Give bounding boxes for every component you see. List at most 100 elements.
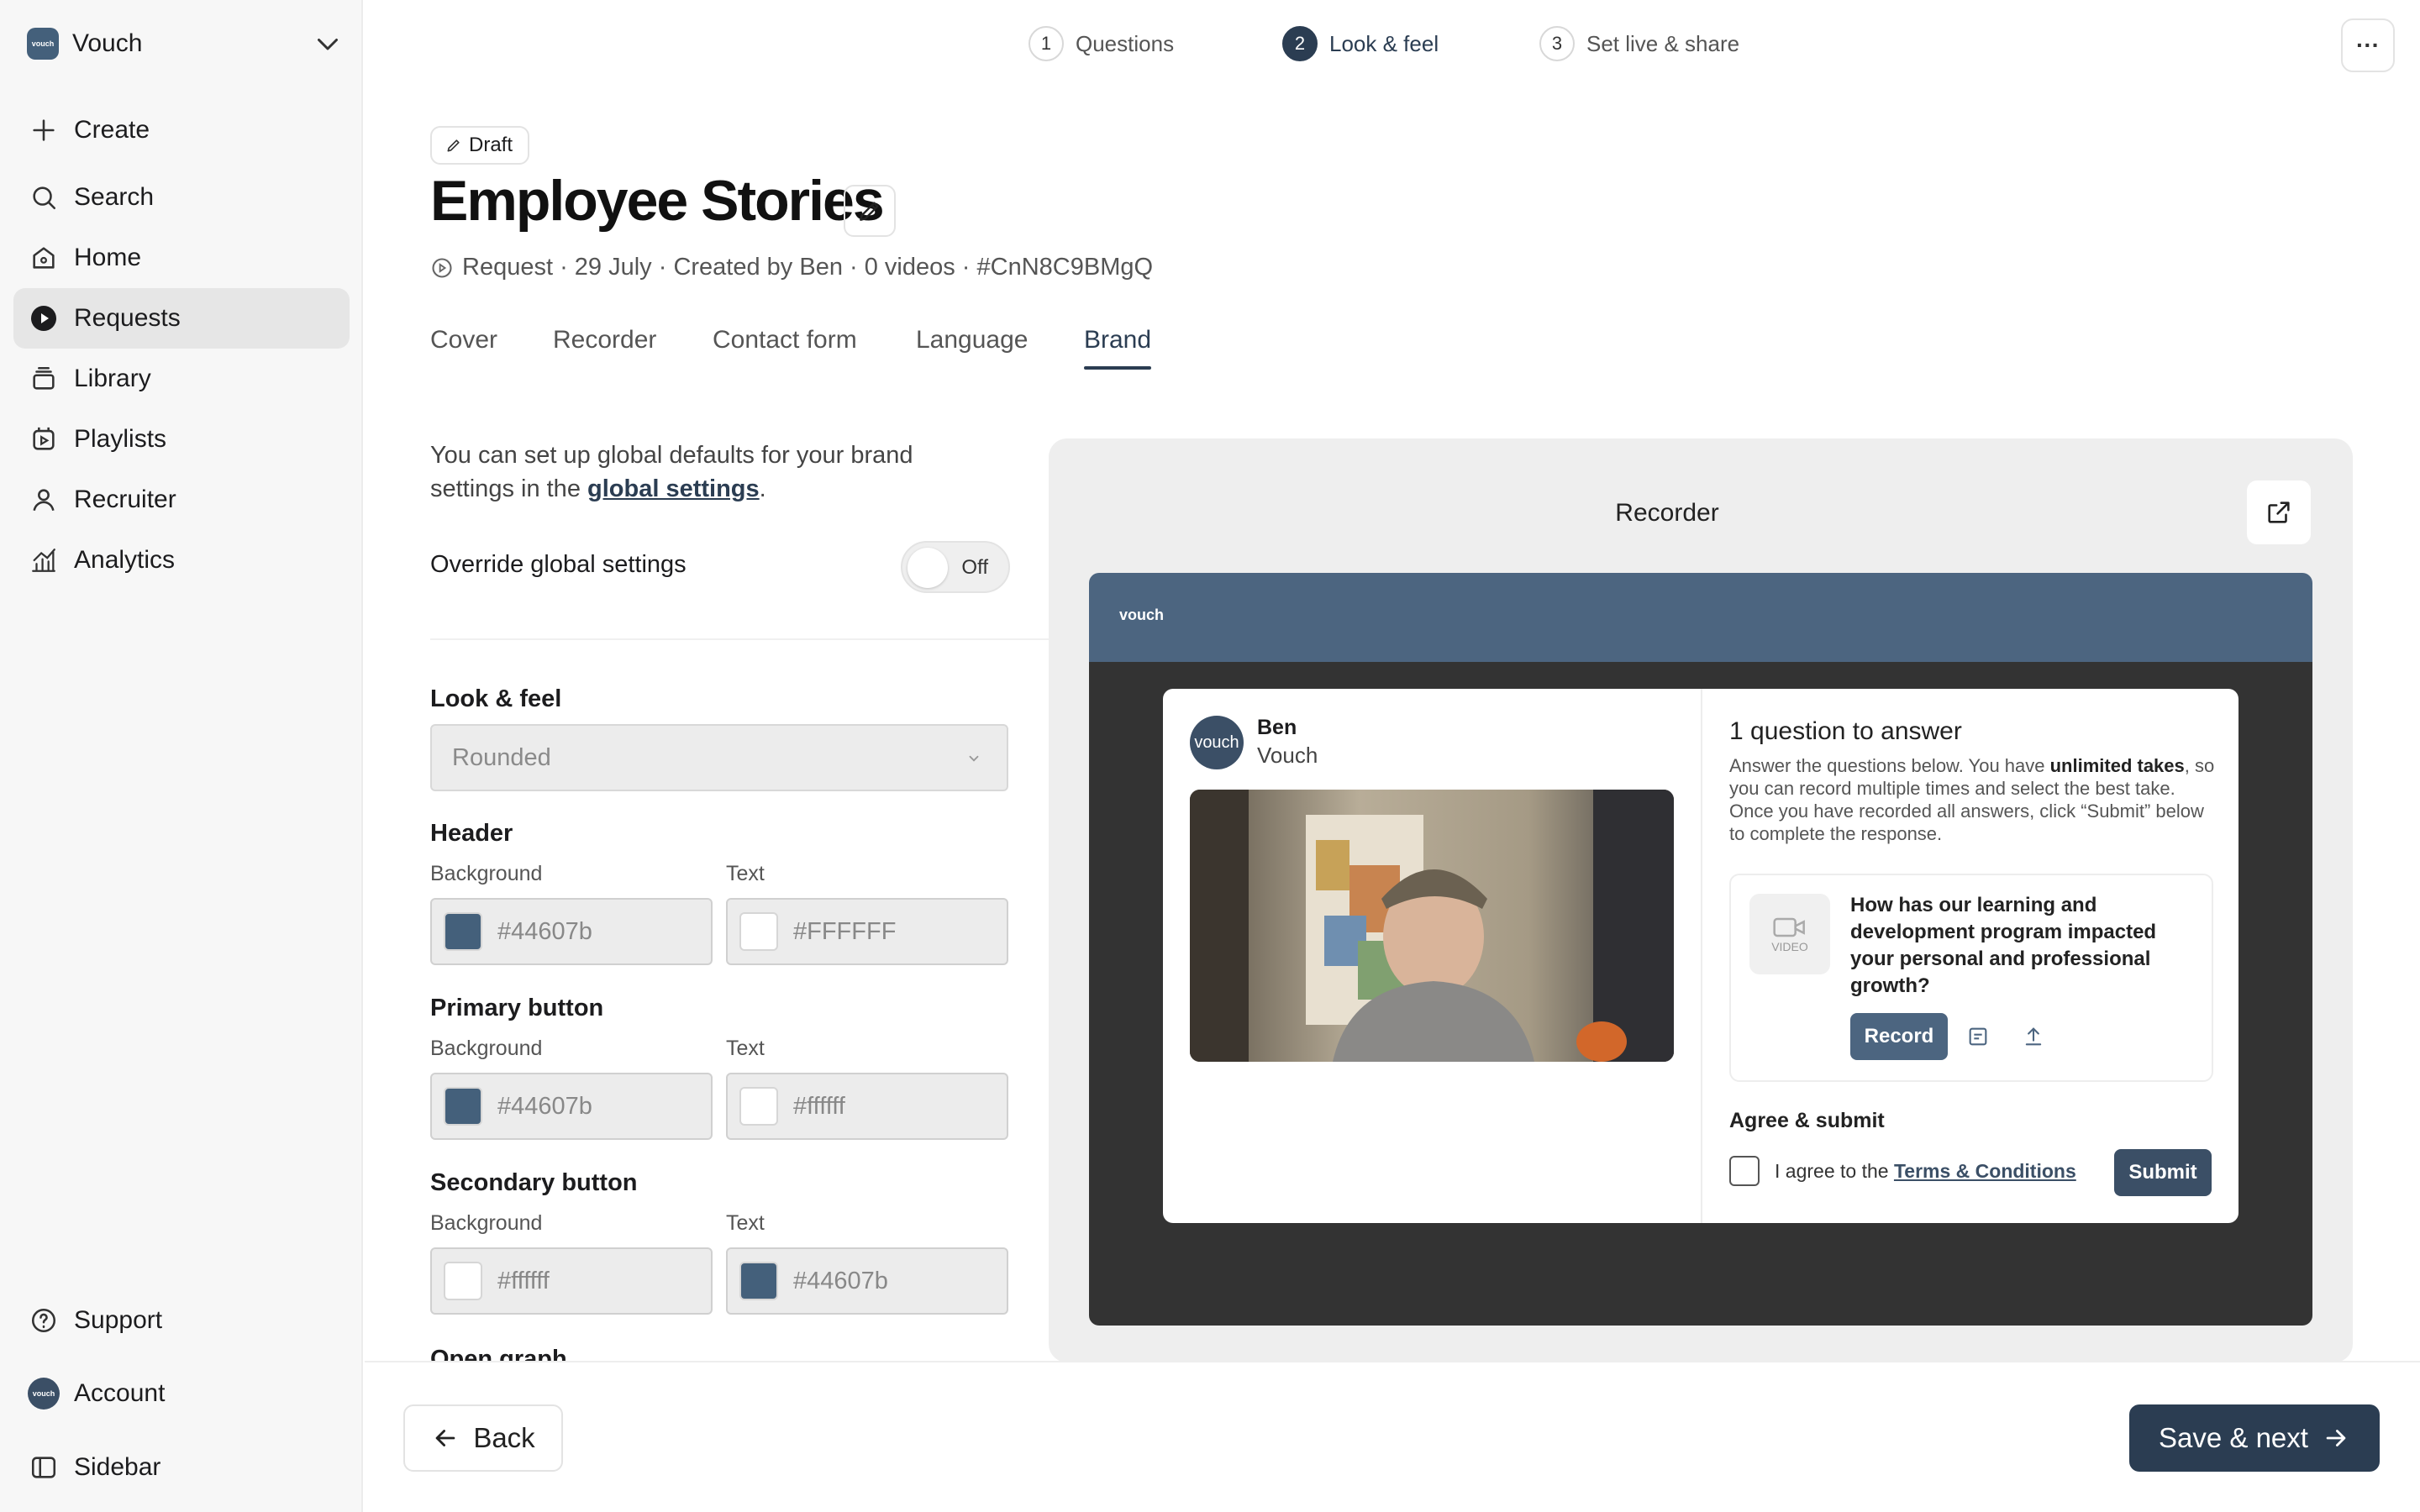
open-preview-button[interactable] <box>2247 480 2311 544</box>
look-feel-select[interactable]: Rounded <box>430 724 1008 791</box>
color-swatch[interactable] <box>739 1262 778 1300</box>
color-swatch[interactable] <box>444 1262 482 1300</box>
secondary-bg-color-field[interactable]: #ffffff <box>430 1247 713 1315</box>
color-swatch[interactable] <box>444 912 482 951</box>
video-placeholder: VIDEO <box>1749 894 1830 974</box>
recruiter-icon <box>27 483 60 517</box>
primary-text-color-field[interactable]: #ffffff <box>726 1073 1008 1140</box>
step-number: 1 <box>1028 26 1064 61</box>
select-value: Rounded <box>452 743 551 771</box>
sidebar-item-analytics[interactable]: Analytics <box>13 530 350 591</box>
sidebar-item-create[interactable]: Create <box>13 100 350 160</box>
divider <box>430 638 1049 640</box>
tab-recorder[interactable]: Recorder <box>553 326 656 354</box>
desc-bold: unlimited takes <box>2049 755 2185 776</box>
status-badge[interactable]: Draft <box>430 126 530 165</box>
upload-icon[interactable] <box>2022 1025 2045 1048</box>
override-toggle[interactable]: Off <box>901 541 1010 593</box>
step-number: 3 <box>1539 26 1575 61</box>
background-label: Background <box>430 862 543 885</box>
agree-label: I agree to the <box>1775 1160 1894 1182</box>
secondary-text-color-field[interactable]: #44607b <box>726 1247 1008 1315</box>
color-swatch[interactable] <box>739 1087 778 1126</box>
more-options-button[interactable]: ··· <box>2341 18 2395 72</box>
step-set-live-share[interactable]: 3 Set live & share <box>1539 25 1739 62</box>
sidebar-item-label: Search <box>74 183 155 211</box>
sidebar-item-playlists[interactable]: Playlists <box>13 409 350 470</box>
background-label: Background <box>430 1211 543 1235</box>
video-camera-icon <box>1773 917 1805 937</box>
step-label: Questions <box>1076 30 1175 56</box>
workspace-switcher[interactable]: vouch Vouch <box>27 25 343 62</box>
desc-part: Answer the questions below. You have <box>1729 755 2050 776</box>
preview-title: Recorder <box>1615 499 1719 527</box>
active-tab-indicator <box>1084 366 1151 370</box>
text-label: Text <box>726 1037 765 1060</box>
step-questions[interactable]: 1 Questions <box>1028 25 1174 62</box>
agree-heading: Agree & submit <box>1729 1109 1885 1132</box>
header-bg-color-field[interactable]: #44607b <box>430 898 713 965</box>
sidebar-item-home[interactable]: Home <box>13 228 350 288</box>
external-link-icon <box>2268 501 2290 523</box>
tab-brand[interactable]: Brand <box>1084 326 1151 354</box>
color-value: #ffffff <box>793 1092 845 1120</box>
intro-end: . <box>759 475 766 502</box>
back-button[interactable]: Back <box>403 1404 563 1472</box>
page-title: Employee Stories <box>430 169 885 233</box>
header-text-color-field[interactable]: #FFFFFF <box>726 898 1008 965</box>
back-label: Back <box>473 1422 535 1453</box>
primary-bg-color-field[interactable]: #44607b <box>430 1073 713 1140</box>
sidebar-item-sidebar[interactable]: Sidebar <box>13 1437 350 1498</box>
color-swatch[interactable] <box>444 1087 482 1126</box>
sidebar-item-library[interactable]: Library <box>13 349 350 409</box>
tab-language[interactable]: Language <box>916 326 1028 354</box>
questions-description: Answer the questions below. You have unl… <box>1729 754 2220 845</box>
tab-cover[interactable]: Cover <box>430 326 497 354</box>
step-label: Set live & share <box>1586 30 1740 56</box>
agree-checkbox[interactable] <box>1729 1156 1760 1186</box>
global-settings-link[interactable]: global settings <box>587 475 760 502</box>
divider <box>1701 689 1702 1223</box>
workspace-name: Vouch <box>72 29 143 57</box>
save-next-button[interactable]: Save & next <box>2129 1404 2380 1472</box>
terms-link[interactable]: Terms & Conditions <box>1894 1160 2076 1182</box>
ellipsis-icon: ··· <box>2356 32 2380 58</box>
question-text: How has our learning and development pro… <box>1850 894 2157 997</box>
tab-contact-form[interactable]: Contact form <box>713 326 857 354</box>
help-icon <box>27 1304 60 1337</box>
step-look-feel[interactable]: 2 Look & feel <box>1282 25 1439 62</box>
color-value: #44607b <box>793 1267 888 1294</box>
sidebar-item-recruiter[interactable]: Recruiter <box>13 470 350 530</box>
recorder-logo: vouch <box>1119 606 1165 623</box>
sidebar-item-search[interactable]: Search <box>13 167 350 228</box>
requests-icon <box>27 302 60 335</box>
sidebar-item-account[interactable]: vouch Account <box>13 1363 350 1424</box>
open-graph-section-label: Open graph <box>430 1346 567 1361</box>
sidebar-item-requests[interactable]: Requests <box>13 288 350 349</box>
footer-bar <box>365 1361 2420 1512</box>
avatar-icon: vouch <box>27 1377 60 1410</box>
color-value: #44607b <box>497 917 592 945</box>
background-label: Background <box>430 1037 543 1060</box>
text-label: Text <box>726 1211 765 1235</box>
search-icon <box>27 181 60 214</box>
record-button[interactable]: Record <box>1850 1013 1948 1060</box>
header-section-label: Header <box>430 820 513 847</box>
video-thumbnail[interactable] <box>1190 790 1674 1062</box>
sidebar-icon <box>27 1451 60 1484</box>
sidebar-item-label: Requests <box>74 304 181 332</box>
step-number: 2 <box>1282 26 1318 61</box>
color-swatch[interactable] <box>739 912 778 951</box>
sidebar-item-support[interactable]: Support <box>13 1290 350 1351</box>
pencil-icon <box>447 139 460 152</box>
sidebar-item-label: Sidebar <box>74 1453 161 1481</box>
sidebar-item-label: Library <box>74 365 151 392</box>
toggle-state: Off <box>961 556 988 579</box>
notes-icon[interactable] <box>1966 1025 1990 1048</box>
playlists-icon <box>27 423 60 456</box>
edit-title-button[interactable] <box>844 185 896 237</box>
toggle-knob <box>908 548 948 588</box>
sidebar-item-label: Create <box>74 116 150 144</box>
home-icon <box>27 241 60 275</box>
submit-button[interactable]: Submit <box>2114 1149 2212 1196</box>
